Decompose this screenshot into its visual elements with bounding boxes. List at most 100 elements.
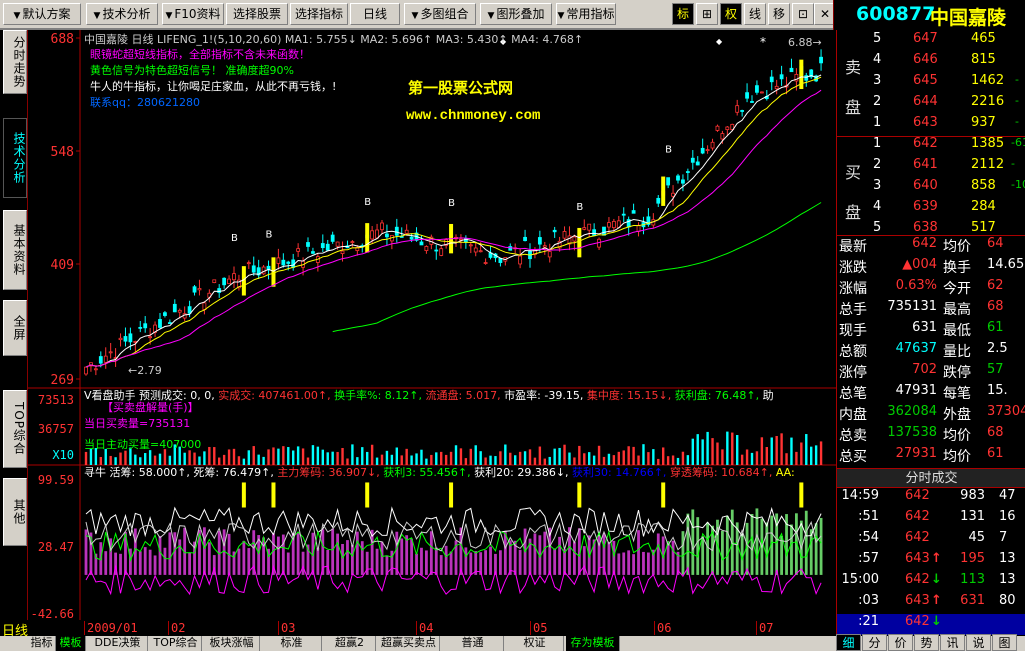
order-level: 2 (873, 157, 882, 172)
bottom-tab-1[interactable]: 模板 (56, 636, 86, 651)
candle-body (681, 179, 685, 184)
ask-volume: 465 (971, 31, 996, 46)
bottom-tab-10[interactable]: 存为模板 (566, 636, 620, 651)
toolbar-button-6[interactable]: ▼ 多图组合 (404, 3, 476, 25)
volume-header-segment: 市盈率: -39.15, (504, 388, 587, 402)
toolbar-button-2[interactable]: ▼ F10资料 (162, 3, 224, 25)
bottom-tab-3[interactable]: TOP综合 (150, 636, 202, 651)
candle-body (518, 255, 523, 265)
indicator-bar (750, 514, 754, 575)
right-tab-1[interactable]: 分 (862, 634, 887, 651)
volume-bar (296, 446, 300, 465)
toolbar-button-7[interactable]: ▼ 图形叠加 (480, 3, 552, 25)
indicator-bar (691, 509, 695, 575)
volume-bar (351, 444, 354, 465)
toolbar-button-8[interactable]: ▼ 常用指标 (556, 3, 616, 25)
candle-body (483, 262, 488, 264)
chart-tool-0[interactable]: 标 (672, 3, 694, 25)
quote-label: 最低 (943, 323, 971, 339)
toolbar-button-4[interactable]: 选择指标 (290, 3, 348, 25)
quote-value: 2.5 (987, 341, 1008, 356)
tick-count: 13 (999, 551, 1016, 566)
toolbar-button-1[interactable]: ▼ 技术分析 (86, 3, 158, 25)
toolbar-button-0[interactable]: ▼ 默认方案 (3, 3, 81, 25)
bottom-tab-2[interactable]: DDE决策 (88, 636, 148, 651)
candle-body (582, 227, 587, 230)
volume-bar (785, 453, 788, 465)
bottom-tab-9[interactable]: 权证 (506, 636, 564, 651)
bid-price[interactable]: 640 (913, 178, 938, 193)
side-tab-1[interactable]: 技术分析 (3, 118, 27, 198)
date-axis: 2009/01 02 03 04 05 06 07 日线 (2, 620, 836, 639)
indicator-bar (316, 547, 320, 575)
ask-price[interactable]: 646 (913, 52, 938, 67)
side-tab-4[interactable]: TOP综合 (3, 390, 27, 468)
toolbar-button-3[interactable]: 选择股票 (226, 3, 288, 25)
bottom-tab-8[interactable]: 普通 (442, 636, 504, 651)
candle-body (394, 226, 399, 236)
bottom-tab-4[interactable]: 板块涨幅 (204, 636, 260, 651)
ma-line-3 (85, 89, 822, 368)
bottom-tab-6[interactable]: 超赢2 (324, 636, 376, 651)
chart-tool-2[interactable]: 权 (720, 3, 742, 25)
indicator-bar (331, 528, 335, 575)
indicator-signal-bar (271, 482, 276, 508)
bid-price[interactable]: 642 (913, 136, 938, 151)
right-tab-4[interactable]: 讯 (940, 634, 965, 651)
chart-tool-1[interactable]: ⊞ (696, 3, 718, 25)
right-tab-3[interactable]: 势 (914, 634, 939, 651)
buy-signal-label: B (576, 202, 583, 213)
ask-price[interactable]: 644 (913, 94, 938, 109)
indicator-bar (143, 547, 147, 575)
indicator-bar (346, 540, 349, 575)
chart-tool-5[interactable]: ⊡ (792, 3, 814, 25)
right-tab-6[interactable]: 图 (992, 634, 1017, 651)
candle-body (607, 222, 611, 228)
ticks-header[interactable]: 分时成交 (837, 468, 1025, 488)
right-tab-2[interactable]: 价 (888, 634, 913, 651)
volume-bar (148, 450, 152, 465)
indicator-bar (351, 545, 354, 575)
volume-bar (287, 447, 290, 465)
side-tab-3[interactable]: 全屏 (3, 300, 27, 356)
chart-tool-4[interactable]: 移 (768, 3, 790, 25)
candle-body (473, 247, 478, 253)
right-tab-0[interactable]: 细 (836, 634, 861, 651)
quote-label: 涨幅 (839, 281, 867, 297)
volume-bar (657, 458, 660, 465)
volume-bar (385, 450, 389, 465)
volume-bar (765, 446, 768, 465)
volume-bar (671, 455, 675, 465)
volume-bar (375, 457, 379, 465)
chart-tool-3[interactable]: 线 (744, 3, 766, 25)
side-tab-2[interactable]: 基本资料 (3, 210, 27, 290)
bottom-tab-7[interactable]: 超赢买卖点 (378, 636, 440, 651)
bid-price[interactable]: 638 (913, 220, 938, 235)
right-tab-5[interactable]: 说 (966, 634, 991, 651)
volume-bar (681, 451, 685, 465)
volume-bar (523, 451, 527, 465)
volume-bar (736, 435, 739, 465)
chart-area[interactable]: 688 548 409 269 73513 36757 X10 99.59 28.47 -42.6… (28, 30, 836, 622)
ask-price[interactable]: 647 (913, 31, 938, 46)
bid-price[interactable]: 641 (913, 157, 938, 172)
volume-bar (760, 437, 764, 465)
kline-chart[interactable]: 688 548 409 269 73513 36757 X10 99.59 28.47 -42.6… (28, 30, 836, 622)
indicator-bar (296, 533, 300, 575)
volume-bar (144, 453, 147, 465)
tick-count: 47 (999, 488, 1016, 503)
volume-bar (301, 448, 305, 465)
ask-price[interactable]: 643 (913, 115, 938, 130)
candle-body (340, 250, 345, 254)
toolbar-button-5[interactable]: 日线 (350, 3, 400, 25)
bottom-tab-5[interactable]: 标准 (262, 636, 322, 651)
side-tab-0[interactable]: 分时走势 (3, 30, 27, 94)
side-tab-5[interactable]: 其他 (3, 478, 27, 546)
bottom-tab-0[interactable]: 指标 (28, 636, 56, 651)
ask-price[interactable]: 645 (913, 73, 938, 88)
volume-bar (647, 452, 650, 465)
ask-volume: 2216 (971, 94, 1005, 109)
bid-price[interactable]: 639 (913, 199, 938, 214)
volume-bar (602, 456, 606, 465)
volume-bar (321, 449, 324, 465)
